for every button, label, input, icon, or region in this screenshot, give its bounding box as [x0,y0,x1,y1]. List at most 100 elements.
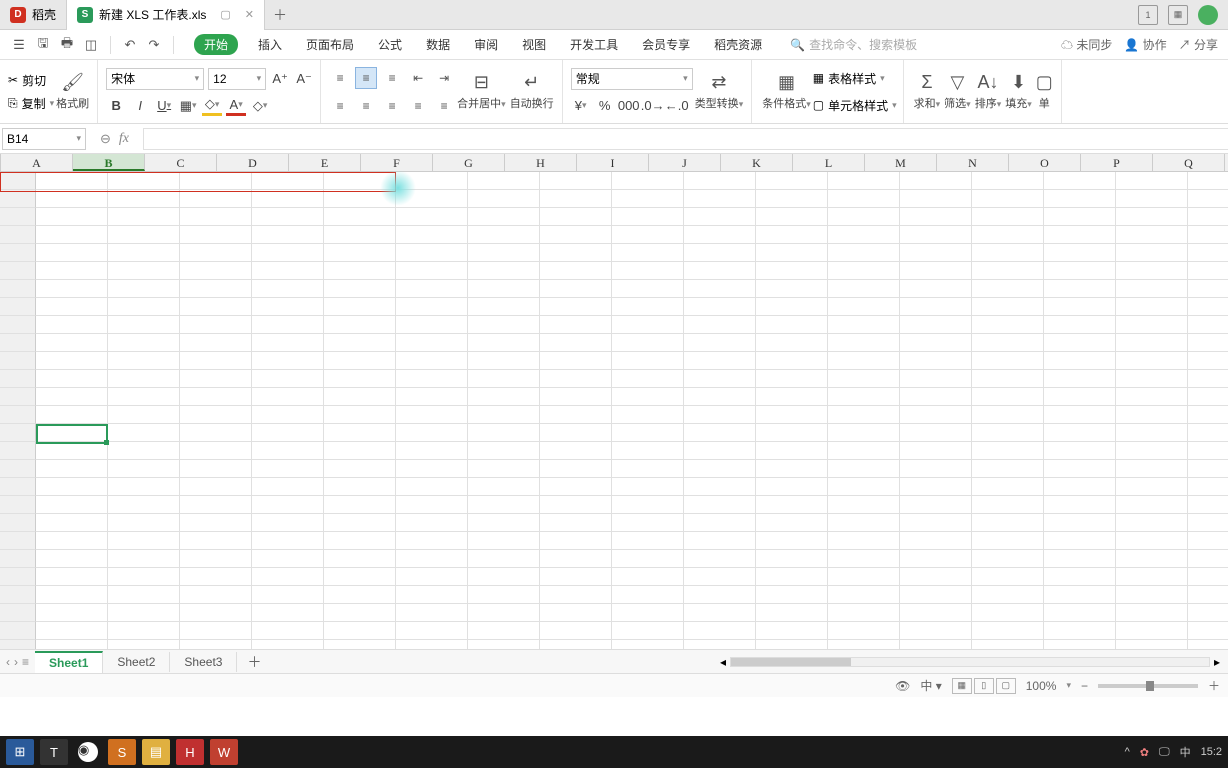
cell[interactable] [396,478,468,496]
cell[interactable] [1044,298,1116,316]
cell[interactable] [900,352,972,370]
cell[interactable] [180,640,252,649]
cell[interactable] [612,388,684,406]
cell[interactable] [972,190,1044,208]
cell[interactable] [180,334,252,352]
col-header-E[interactable]: E [289,154,361,171]
cell[interactable] [180,478,252,496]
cell[interactable] [972,262,1044,280]
cell[interactable] [756,406,828,424]
cell[interactable] [252,226,324,244]
cell[interactable] [540,370,612,388]
cell[interactable] [108,172,180,190]
cell[interactable] [180,190,252,208]
cell[interactable] [252,586,324,604]
cell[interactable] [684,532,756,550]
cell[interactable] [540,352,612,370]
cell[interactable] [252,280,324,298]
cell[interactable] [972,424,1044,442]
currency-icon[interactable]: ¥▾ [571,96,591,116]
col-header-P[interactable]: P [1081,154,1153,171]
cell[interactable] [36,406,108,424]
cell[interactable] [900,262,972,280]
cell[interactable] [1188,316,1228,334]
cell[interactable] [1116,550,1188,568]
zoom-slider[interactable] [1098,684,1198,688]
cell[interactable] [540,442,612,460]
task-chrome[interactable]: ◉ [74,739,102,765]
cell[interactable] [396,496,468,514]
cell[interactable] [396,586,468,604]
cell[interactable] [828,280,900,298]
cell[interactable] [180,298,252,316]
cell[interactable] [972,532,1044,550]
cell[interactable] [108,244,180,262]
cell[interactable] [324,622,396,640]
cell[interactable] [1044,370,1116,388]
cell[interactable] [828,298,900,316]
cell[interactable] [1116,496,1188,514]
menu-formula[interactable]: 公式 [374,34,406,55]
cell[interactable] [108,568,180,586]
cell[interactable] [1188,388,1228,406]
cell[interactable] [180,586,252,604]
cell[interactable] [36,226,108,244]
cell[interactable] [1188,640,1228,649]
cell[interactable] [1044,604,1116,622]
cell[interactable] [972,478,1044,496]
underline-button[interactable]: U▾ [154,96,174,116]
cut-button[interactable]: ✂剪切 [8,72,54,89]
row-header[interactable] [0,406,36,424]
redo-icon[interactable]: ↷ [145,36,163,54]
cell[interactable] [1044,442,1116,460]
cell[interactable] [324,514,396,532]
tray-chevron-icon[interactable]: ^ [1125,746,1130,758]
cell[interactable] [540,460,612,478]
cell[interactable] [1116,388,1188,406]
cell[interactable] [756,532,828,550]
cell[interactable] [1188,424,1228,442]
cell[interactable] [1044,586,1116,604]
cell[interactable] [252,190,324,208]
cell[interactable] [612,370,684,388]
cell[interactable] [252,244,324,262]
row-header[interactable] [0,262,36,280]
print-icon[interactable]: 🖶 [58,36,76,54]
cell[interactable] [1044,244,1116,262]
cell[interactable] [972,604,1044,622]
scroll-left-icon[interactable]: ◂ [720,655,726,669]
cell[interactable] [540,316,612,334]
cell[interactable] [612,640,684,649]
align-bottom-icon[interactable]: ≡ [381,67,403,89]
cell[interactable] [1044,478,1116,496]
cell[interactable] [900,190,972,208]
cell[interactable] [684,352,756,370]
cell[interactable] [252,496,324,514]
col-header-G[interactable]: G [433,154,505,171]
cell[interactable] [540,514,612,532]
cell[interactable] [900,532,972,550]
cell[interactable] [828,478,900,496]
cell[interactable] [972,406,1044,424]
cell[interactable] [612,532,684,550]
cell[interactable] [900,424,972,442]
zoom-out-icon[interactable]: − [1081,679,1088,693]
cell[interactable] [396,172,468,190]
row-header[interactable] [0,334,36,352]
cell[interactable] [36,442,108,460]
col-header-K[interactable]: K [721,154,793,171]
cell[interactable] [324,226,396,244]
cell[interactable] [684,190,756,208]
scroll-right-icon[interactable]: ▸ [1214,655,1220,669]
cell[interactable] [612,514,684,532]
cell[interactable] [468,496,540,514]
cell[interactable] [324,424,396,442]
cell[interactable] [1116,172,1188,190]
cell[interactable] [36,298,108,316]
cell[interactable] [1116,406,1188,424]
cell[interactable] [36,532,108,550]
cell[interactable] [1188,568,1228,586]
cell[interactable] [396,388,468,406]
indent-left-icon[interactable]: ⇤ [407,67,429,89]
cell[interactable] [180,604,252,622]
